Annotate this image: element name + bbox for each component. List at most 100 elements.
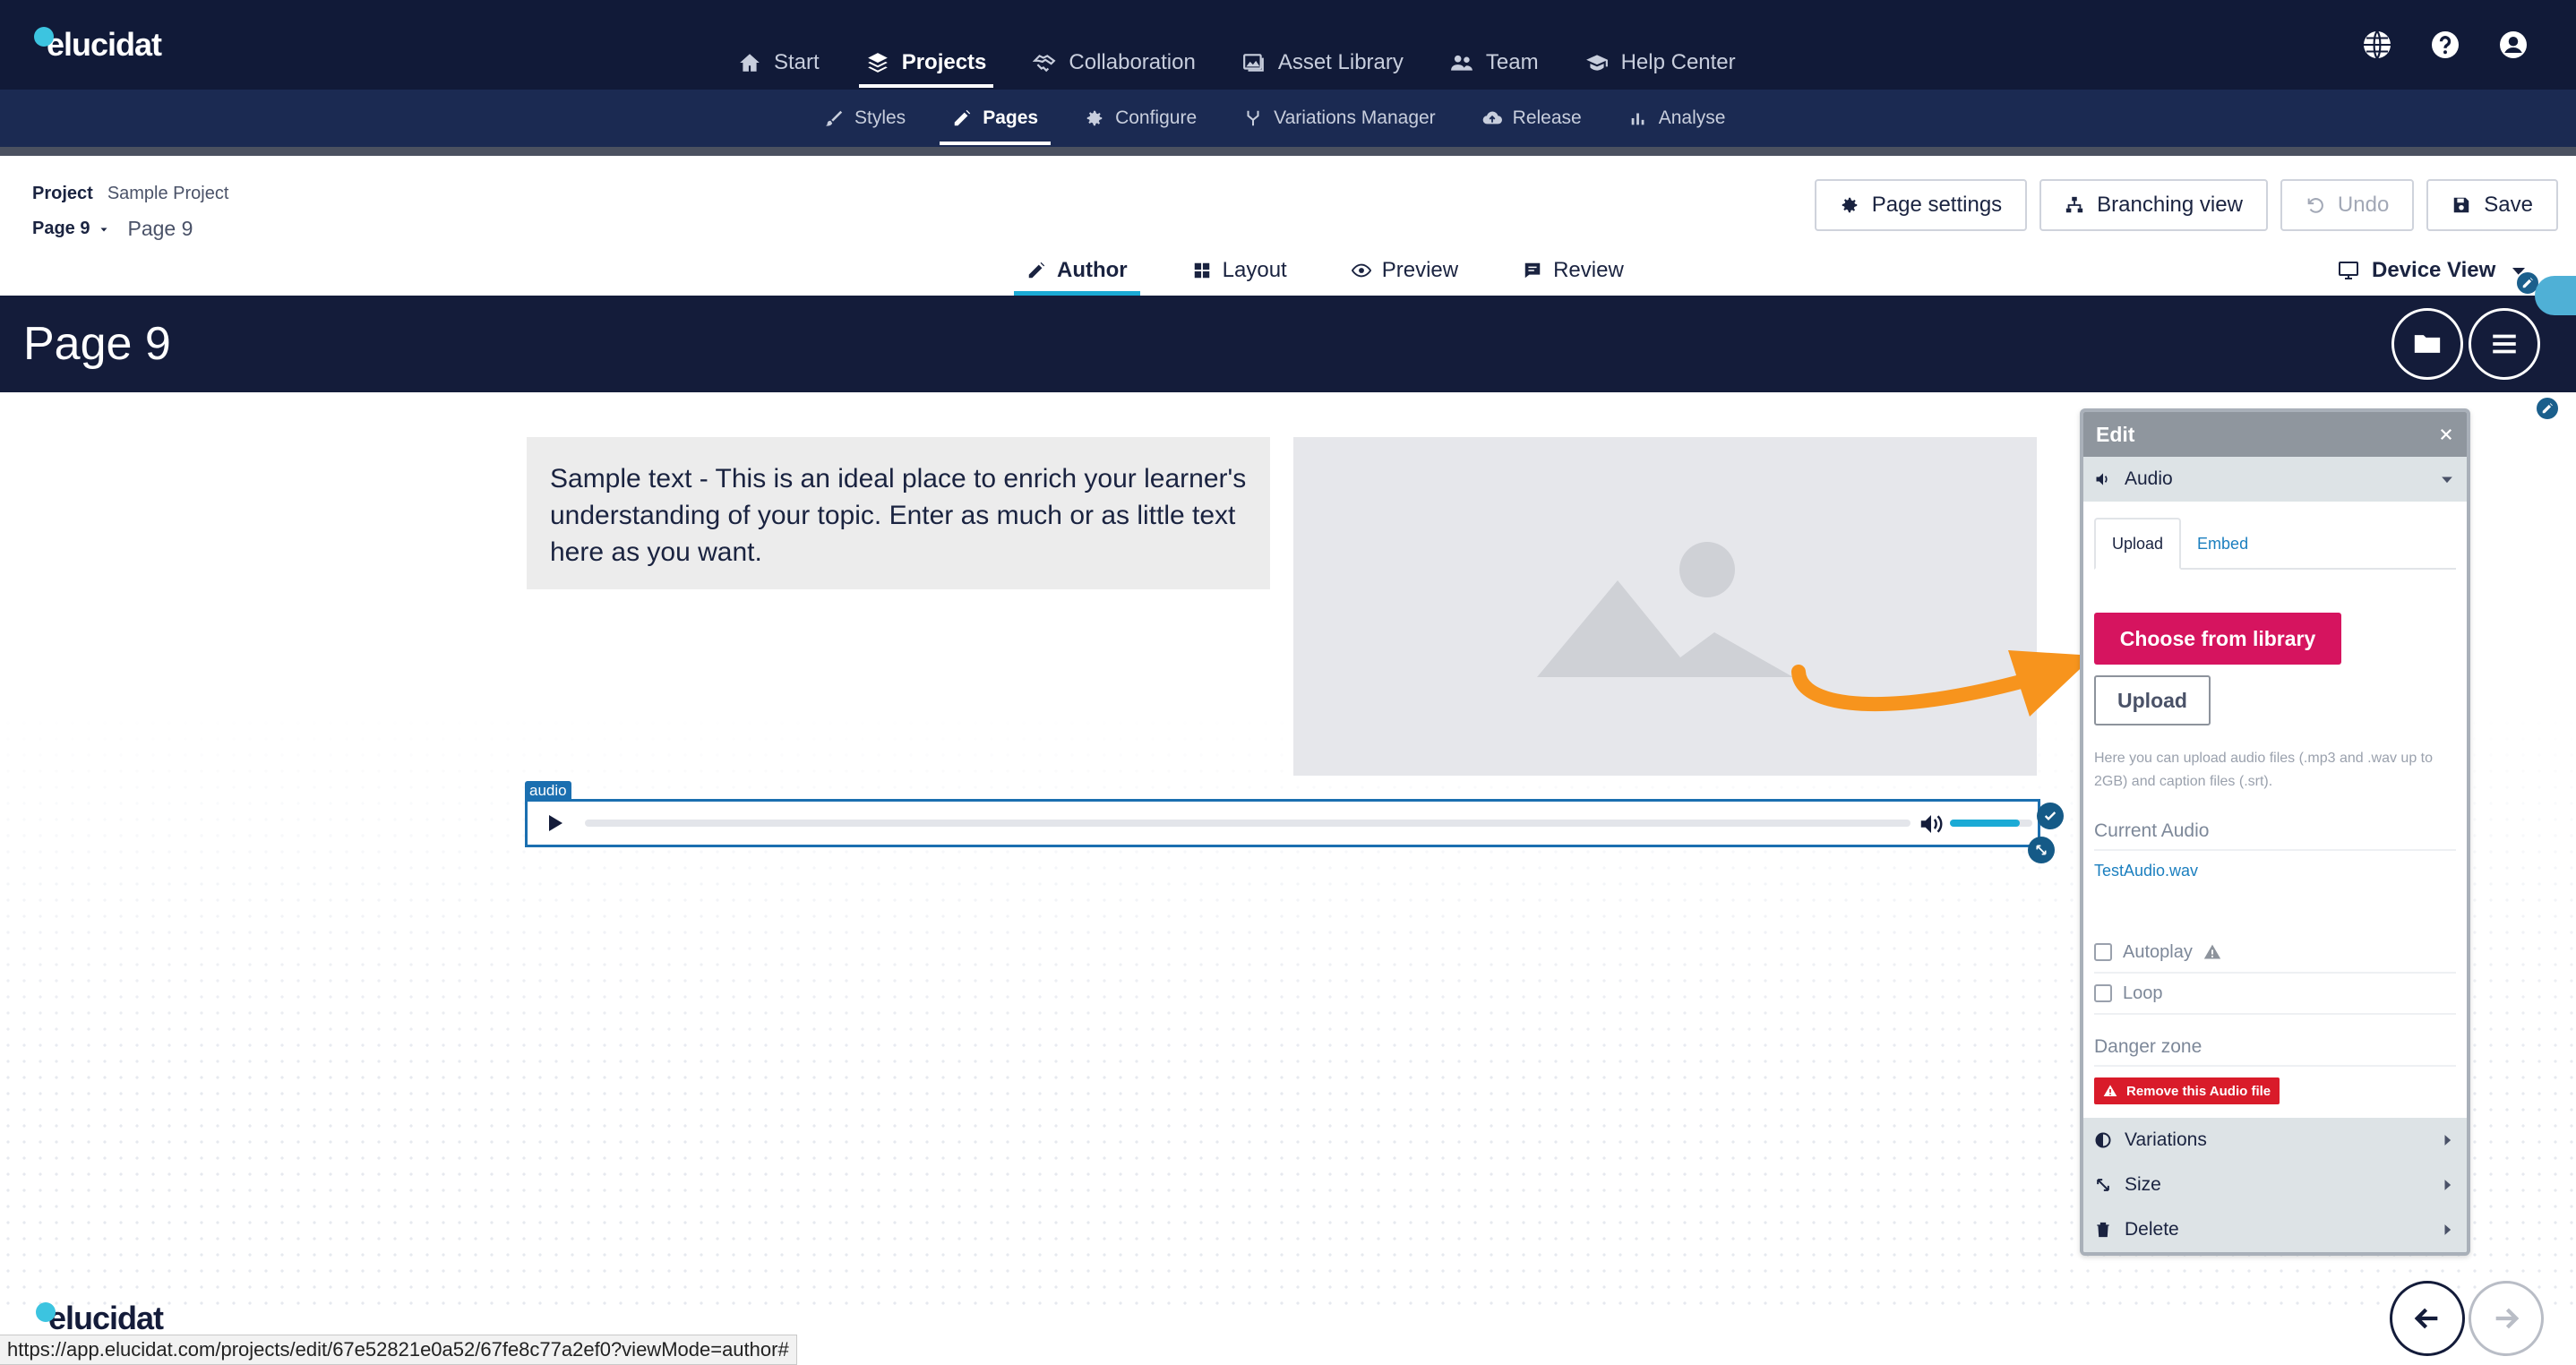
size-row[interactable]: Size [2083,1163,2467,1207]
logo-mark-icon [34,27,54,47]
next-page-button[interactable] [2469,1281,2544,1356]
subnav-release[interactable]: Release [1482,90,1582,147]
checkmark-icon [2044,811,2057,820]
audio-player[interactable] [525,799,2040,847]
tab-layout-label: Layout [1222,258,1287,282]
caret-right-icon [2444,1135,2451,1146]
edit-panel-body: Upload Embed Choose from library Upload … [2083,502,2467,1104]
subnav-analyse[interactable]: Analyse [1628,90,1725,147]
delete-row[interactable]: Delete [2083,1207,2467,1252]
loop-label: Loop [2123,983,2163,1003]
current-audio-heading: Current Audio [2094,820,2456,851]
branching-view-label: Branching view [2097,193,2243,217]
sub-navigation: Styles Pages Configure Variations Manage… [0,90,2576,147]
nav-collaboration[interactable]: Collaboration [1029,43,1198,82]
page-select-dropdown[interactable]: Page 9 [32,219,109,239]
resize-component-handle[interactable] [2028,837,2055,863]
undo-label: Undo [2337,193,2390,217]
page-settings-label: Page settings [1871,193,2003,217]
top-navigation: elucidat Start Projects Collaboration As… [0,0,2576,90]
page-name: Page 9 [127,217,193,240]
caret-down-icon [2442,476,2452,484]
folder-button[interactable] [2391,308,2463,380]
choose-from-library-button[interactable]: Choose from library [2094,613,2341,665]
caret-right-icon [2444,1180,2451,1190]
remove-audio-file-button[interactable]: Remove this Audio file [2094,1077,2280,1104]
cloud-upload-icon [1482,111,1502,124]
nav-team[interactable]: Team [1447,43,1542,82]
page-banner: Page 9 [0,296,2576,392]
undo-button[interactable]: Undo [2280,179,2415,231]
branch-icon [1247,110,1259,126]
autoplay-checkbox[interactable] [2094,943,2112,961]
remove-audio-file-label: Remove this Audio file [2126,1083,2271,1099]
user-icon[interactable] [2497,29,2529,61]
panel-edge-tab[interactable] [2535,276,2576,315]
tab-embed[interactable]: Embed [2181,518,2264,570]
pencil-icon [2522,278,2533,288]
subnav-variations-manager-label: Variations Manager [1274,107,1436,128]
elucidat-logo[interactable]: elucidat [32,25,162,64]
arrow-left-icon [2414,1308,2438,1329]
subnav-variations-manager[interactable]: Variations Manager [1243,90,1436,147]
danger-zone-heading: Danger zone [2094,1036,2456,1067]
globe-icon[interactable] [2361,29,2393,61]
branching-view-button[interactable]: Branching view [2039,179,2268,231]
help-icon[interactable] [2429,29,2461,61]
caret-down-icon [100,228,107,231]
tab-author[interactable]: Author [1014,253,1140,296]
audio-progress-bar[interactable] [585,820,1911,827]
current-audio-file-link[interactable]: TestAudio.wav [2094,862,2456,880]
page-select-label: Page 9 [32,219,90,238]
tab-review-label: Review [1553,258,1624,282]
page-toolbar: Page settings Branching view Undo Save [1814,179,2558,231]
page-title[interactable]: Page 9 [23,317,171,371]
subnav-pages[interactable]: Pages [940,90,1051,147]
warning-icon[interactable] [2203,943,2221,961]
sample-text-block[interactable]: Sample text - This is an ideal place to … [527,437,1270,589]
subnav-release-label: Release [1512,107,1582,128]
nav-projects-label: Projects [901,50,987,74]
previous-page-button[interactable] [2390,1281,2465,1356]
orange-arrow-annotation [1791,650,2094,717]
device-view-dropdown[interactable]: Device View [2338,253,2529,288]
play-icon[interactable] [544,812,565,834]
tab-upload[interactable]: Upload [2094,518,2182,570]
subnav-configure[interactable]: Configure [1085,90,1197,147]
volume-slider[interactable] [1950,820,2032,827]
menu-button[interactable] [2469,308,2540,380]
nav-collaboration-label: Collaboration [1069,50,1196,74]
tab-preview[interactable]: Preview [1339,253,1471,288]
nav-help-center[interactable]: Help Center [1582,43,1739,82]
trash-icon [2097,1222,2109,1238]
comment-icon [1524,262,1541,279]
upload-button[interactable]: Upload [2094,675,2211,725]
arrow-right-icon [2495,1308,2520,1329]
nav-asset-library[interactable]: Asset Library [1239,43,1407,82]
nav-start[interactable]: Start [734,43,823,82]
view-mode-tabs: Author Layout Preview Review [1014,253,1636,296]
eye-icon [1351,263,1371,278]
tab-review[interactable]: Review [1510,253,1636,288]
subnav-styles-label: Styles [854,107,906,128]
component-type-dropdown[interactable]: Audio [2083,457,2467,502]
autoplay-option: Autoplay [2094,932,2456,974]
variations-label: Variations [2125,1129,2207,1150]
nav-projects[interactable]: Projects [858,43,994,88]
save-button[interactable]: Save [2426,179,2558,231]
size-label: Size [2125,1174,2161,1195]
volume-icon[interactable] [1918,811,1945,837]
page-settings-button[interactable]: Page settings [1814,179,2028,231]
folder-icon [2414,335,2441,353]
project-label: Project [32,184,93,203]
device-view-label: Device View [2372,258,2496,282]
loop-checkbox[interactable] [2094,984,2112,1002]
tab-layout[interactable]: Layout [1180,253,1300,288]
confirm-component-button[interactable] [2037,803,2064,829]
close-icon[interactable] [2438,426,2454,442]
brush-icon [825,110,843,126]
subnav-styles[interactable]: Styles [824,90,906,147]
variations-row[interactable]: Variations [2083,1118,2467,1163]
project-name[interactable]: Sample Project [107,184,229,204]
graduation-cap-icon [1585,55,1608,71]
